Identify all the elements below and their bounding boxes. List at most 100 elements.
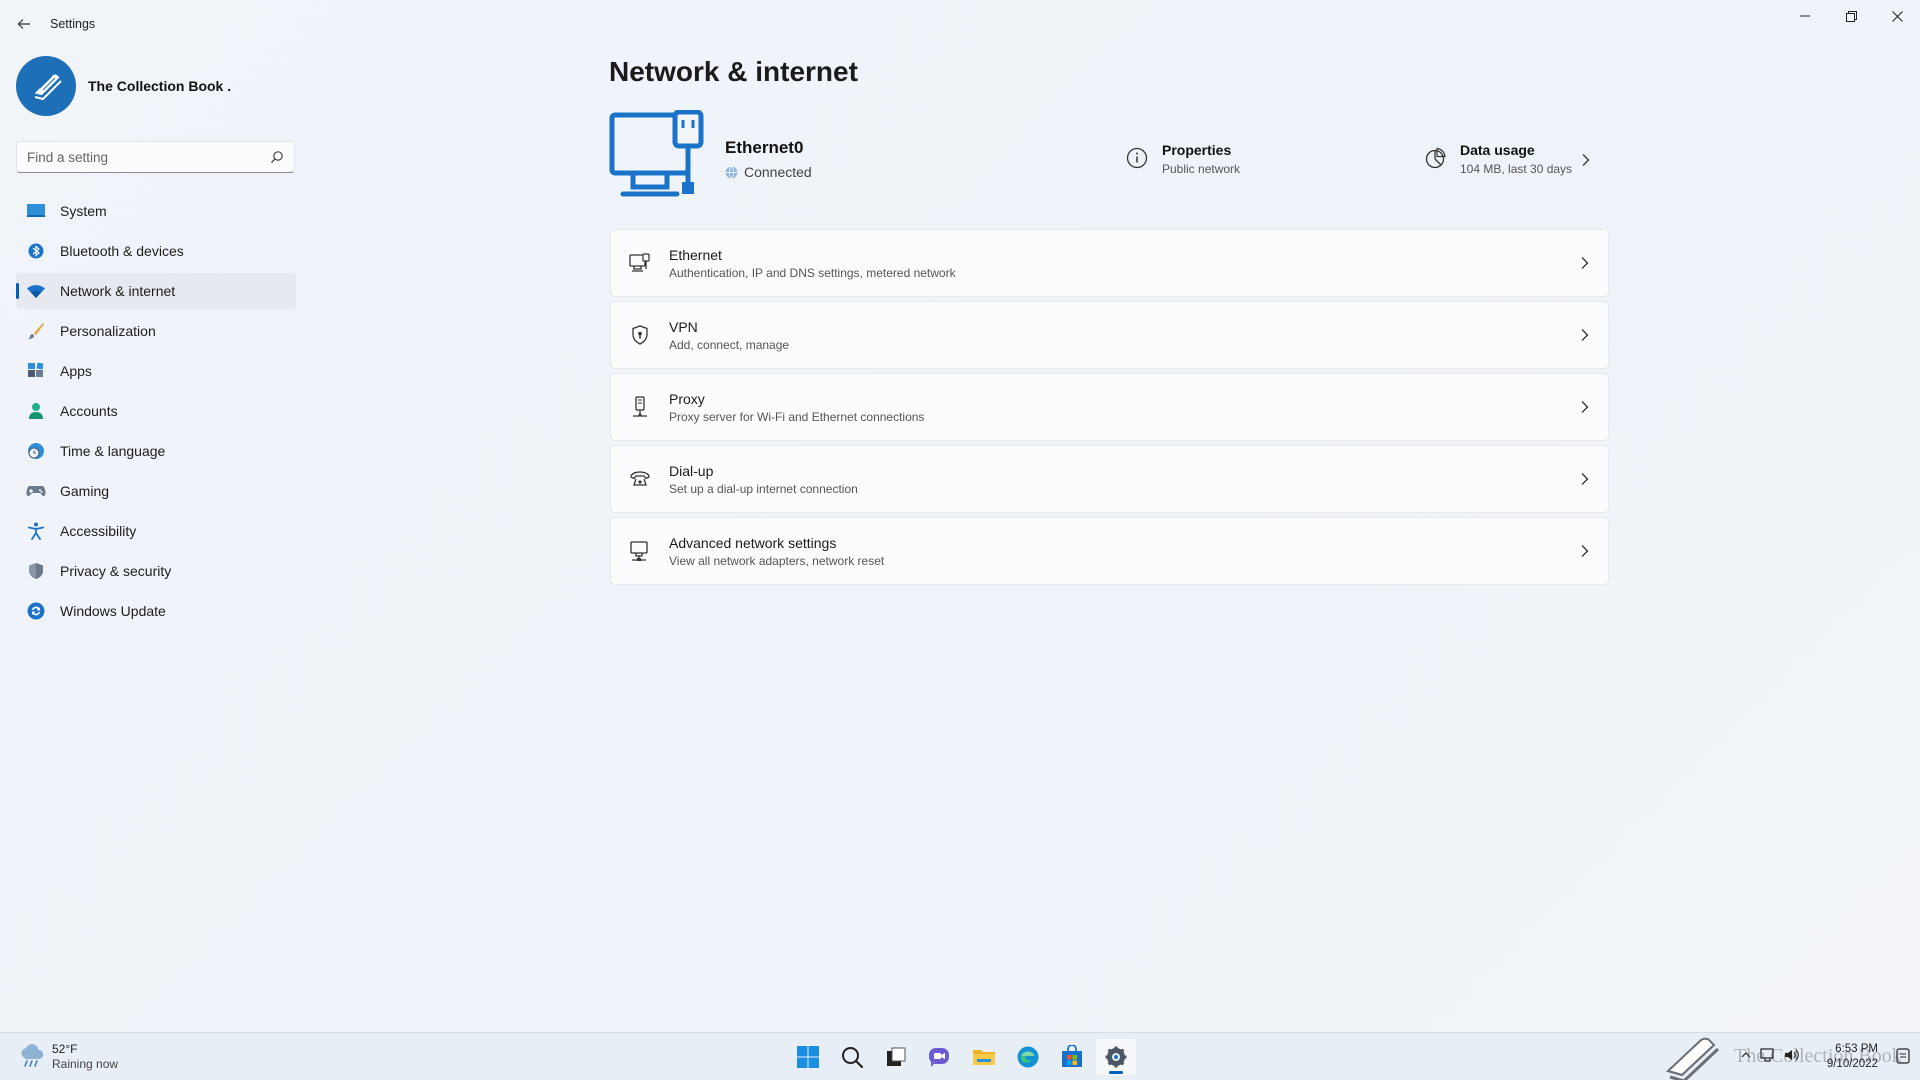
weather-widget[interactable]: 52°F Raining now [18,1042,118,1071]
vpn-shield-icon [628,323,652,347]
notification-icon[interactable] [1896,1048,1910,1069]
data-usage-link[interactable]: Data usage 104 MB, last 30 days [1424,142,1572,176]
globe-icon [725,165,738,179]
person-icon [26,401,46,421]
data-usage-title: Data usage [1460,142,1535,158]
sidebar-item-label: Gaming [60,483,110,499]
chevron-right-icon [1581,257,1589,269]
clock[interactable]: 6:53 PM 9/10/2022 [1827,1042,1878,1072]
sidebar-item-label: System [60,203,107,219]
card-subtitle: Set up a dial-up internet connection [669,481,858,496]
sidebar-item-time-language[interactable]: Time & language [16,433,296,469]
card-advanced-network-settings[interactable]: Advanced network settings View all netwo… [610,517,1609,585]
sidebar-item-accessibility[interactable]: Accessibility [16,513,296,549]
network-tray-icon[interactable] [1760,1048,1776,1067]
connection-name: Ethernet0 [725,138,804,157]
chat-button[interactable] [920,1039,960,1075]
window-controls [1782,0,1920,32]
card-title: Ethernet [669,246,722,263]
rain-cloud-icon [21,1043,44,1067]
tray-icons [1740,1048,1808,1067]
update-icon [26,601,46,621]
restore-button[interactable] [1828,0,1874,32]
search-input[interactable] [17,142,294,172]
search-icon[interactable] [270,150,284,164]
card-proxy[interactable]: Proxy Proxy server for Wi-Fi and Etherne… [610,373,1609,441]
chevron-right-icon[interactable] [1581,153,1591,167]
data-usage-subtitle: 104 MB, last 30 days [1460,162,1573,176]
sidebar-item-accounts[interactable]: Accounts [16,393,296,429]
chevron-right-icon [1581,401,1589,413]
book-icon [33,74,62,101]
pie-chart-icon [1425,147,1446,169]
sidebar-item-apps[interactable]: Apps [16,353,296,389]
close-button[interactable] [1874,0,1920,32]
title-bar: Settings [0,0,1920,48]
settings-taskbar-button[interactable] [1096,1039,1136,1075]
wifi-icon [26,281,46,301]
card-title: VPN [669,318,698,335]
sidebar-item-bluetooth[interactable]: Bluetooth & devices [16,233,296,269]
chevron-up-icon[interactable] [1740,1048,1752,1067]
dialup-icon [628,467,652,491]
sidebar-item-label: Network & internet [60,283,176,299]
info-icon [1126,147,1148,169]
sidebar-item-system[interactable]: System [16,193,296,229]
sidebar-item-label: Privacy & security [60,563,172,579]
taskbar: 52°F Raining now The Collection Book 6:5… [0,1032,1920,1080]
store-button[interactable] [1052,1039,1092,1075]
card-dial-up[interactable]: Dial-up Set up a dial-up internet connec… [610,445,1609,513]
card-vpn[interactable]: VPN Add, connect, manage [610,301,1609,369]
sidebar-item-privacy-security[interactable]: Privacy & security [16,553,296,589]
gamepad-icon [26,481,46,501]
avatar [16,56,76,116]
minimize-button[interactable] [1782,0,1828,32]
card-subtitle: View all network adapters, network reset [669,553,885,568]
task-view-button[interactable] [876,1039,916,1075]
edge-button[interactable] [1008,1039,1048,1075]
sidebar-item-label: Time & language [60,443,166,459]
card-subtitle: Authentication, IP and DNS settings, met… [669,265,956,280]
connection-summary: Ethernet0 Connected Properties Public ne… [609,108,1609,208]
sidebar-item-label: Apps [60,363,92,379]
properties-link[interactable]: Properties Public network [1126,142,1240,176]
settings-icon [1105,1046,1127,1068]
clock-time: 6:53 PM [1835,1043,1878,1055]
sidebar-item-personalization[interactable]: Personalization [16,313,296,349]
shield-icon [26,561,46,581]
watermark-book-icon [1666,1037,1720,1080]
card-title: Dial-up [669,462,714,479]
app-title: Settings [50,17,96,31]
start-button[interactable] [788,1039,828,1075]
system-tray: The Collection Book 6:53 PM 9/10/2022 [1660,1033,1920,1080]
restore-icon [1845,10,1857,22]
weather-condition: Raining now [52,1057,119,1071]
connection-status-text: Connected [744,164,812,180]
user-profile[interactable]: The Collection Book . [16,56,231,116]
search-icon [842,1047,863,1068]
file-explorer-button[interactable] [964,1039,1004,1075]
sidebar-item-label: Accessibility [60,523,137,539]
sidebar-item-windows-update[interactable]: Windows Update [16,593,296,629]
ethernet-icon [628,251,652,275]
card-subtitle: Proxy server for Wi-Fi and Ethernet conn… [669,409,925,424]
taskbar-search-button[interactable] [832,1039,872,1075]
minimize-icon [1800,15,1810,17]
page-title: Network & internet [609,56,858,87]
card-subtitle: Add, connect, manage [669,337,790,352]
apps-icon [26,361,46,381]
store-icon [1062,1045,1082,1067]
back-arrow-icon [17,19,30,29]
edge-icon [1017,1046,1039,1068]
back-button[interactable] [12,12,36,36]
connection-status: Connected [725,164,812,180]
sidebar-item-network[interactable]: Network & internet [16,273,296,309]
search-box [16,141,295,173]
chat-icon [929,1048,949,1067]
sidebar-item-label: Bluetooth & devices [60,243,184,259]
sidebar-item-gaming[interactable]: Gaming [16,473,296,509]
taskbar-apps [788,1039,1140,1075]
card-ethernet[interactable]: Ethernet Authentication, IP and DNS sett… [610,229,1609,297]
volume-icon[interactable] [1784,1048,1800,1067]
sidebar-item-label: Personalization [60,323,156,339]
